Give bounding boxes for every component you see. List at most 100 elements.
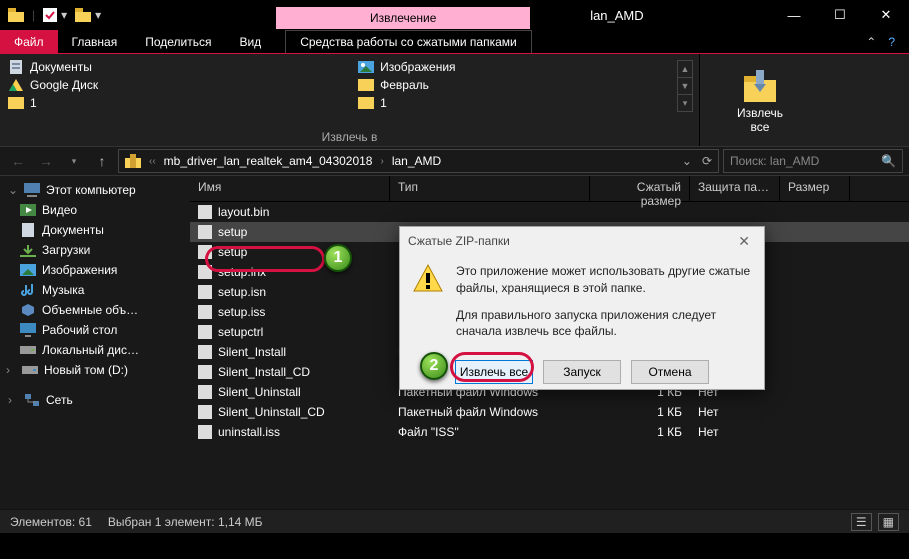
file-icon (198, 285, 212, 299)
table-row[interactable]: Silent_Uninstall_CDПакетный файл Windows… (190, 402, 909, 422)
tab-share[interactable]: Поделиться (131, 30, 225, 53)
file-type: Пакетный файл Windows (390, 405, 590, 419)
refresh-icon[interactable]: ⟳ (702, 154, 712, 168)
nav-this-pc[interactable]: ⌄ Этот компьютер (0, 180, 190, 200)
cancel-button[interactable]: Отмена (631, 360, 709, 384)
status-selected: Выбран 1 элемент: 1,14 МБ (108, 515, 263, 529)
details-view-icon[interactable]: ☰ (851, 513, 872, 531)
breadcrumb-item[interactable]: lan_AMD (392, 154, 441, 168)
help-icon[interactable]: ? (888, 35, 895, 49)
dest-images[interactable]: Изображения (358, 58, 455, 76)
dropdown-icon[interactable]: ▾ (95, 8, 101, 22)
col-type[interactable]: Тип (390, 176, 590, 201)
nav-history-button[interactable]: ▾ (62, 149, 86, 173)
gallery-scroll[interactable]: ▲ ▼ ▾ (677, 60, 693, 112)
tab-file[interactable]: Файл (0, 30, 58, 53)
file-name: setupctrl (218, 325, 263, 339)
nav-vol-disk[interactable]: ›Новый том (D:) (0, 360, 190, 380)
minimize-button[interactable]: — (771, 0, 817, 30)
nav-pane: ⌄ Этот компьютер Видео Документы Загрузки… (0, 176, 190, 509)
cube-icon (20, 303, 36, 317)
file-name: layout.bin (218, 205, 269, 219)
col-compressed-size[interactable]: Сжатый размер (590, 176, 690, 201)
nav-forward-button[interactable]: → (34, 149, 58, 173)
images-icon (20, 263, 36, 277)
nav-label: Музыка (42, 283, 84, 297)
file-icon (198, 345, 212, 359)
expand-icon[interactable]: › (8, 393, 18, 407)
col-protection[interactable]: Защита па… (690, 176, 780, 201)
nav-images[interactable]: Изображения (0, 260, 190, 280)
chevron-right-icon[interactable]: › (380, 156, 383, 167)
large-icons-view-icon[interactable]: ▦ (878, 513, 899, 531)
dialog-close-button[interactable]: ✕ (732, 233, 756, 250)
ribbon-help: ⌃ ? (866, 30, 909, 53)
dest-one2[interactable]: 1 (358, 94, 455, 112)
breadcrumb-item[interactable]: mb_driver_lan_realtek_am4_04302018 (164, 154, 373, 168)
nav-docs[interactable]: Документы (0, 220, 190, 240)
dialog-message: Это приложение может использовать другие… (456, 263, 752, 350)
nav-3d-objects[interactable]: Объемные объ… (0, 300, 190, 320)
file-icon (198, 225, 212, 239)
extract-all-button[interactable]: Извлечь все (730, 54, 790, 146)
network-icon (24, 393, 40, 407)
maximize-button[interactable]: ☐ (817, 0, 863, 30)
file-icon (198, 385, 212, 399)
file-name: uninstall.iss (218, 425, 280, 439)
dest-feb[interactable]: Февраль (358, 76, 455, 94)
folder-icon (358, 79, 374, 91)
extract-all-button[interactable]: Извлечь все (455, 360, 533, 384)
nav-music[interactable]: Музыка (0, 280, 190, 300)
col-name[interactable]: Имя (190, 176, 390, 201)
file-compressed-size: 1 КБ (590, 405, 690, 419)
ribbon-group-caption: Извлечь в (0, 126, 699, 144)
nav-label: Этот компьютер (46, 183, 136, 197)
file-name: setup (218, 245, 247, 259)
disk-icon (20, 343, 36, 357)
file-name: Silent_Install (218, 345, 286, 359)
collapse-ribbon-icon[interactable]: ⌃ (866, 35, 876, 49)
close-button[interactable]: ✕ (863, 0, 909, 30)
column-headers: Имя Тип Сжатый размер Защита па… Размер (190, 176, 909, 202)
dest-one[interactable]: 1 (8, 94, 98, 112)
ribbon-body: Документы Google Диск 1 Изображения Февр… (0, 54, 909, 146)
address-bar: ← → ▾ ↑ ‹‹ mb_driver_lan_realtek_am4_043… (0, 146, 909, 176)
tab-compressed-tools[interactable]: Средства работы со сжатыми папками (285, 30, 532, 53)
col-size[interactable]: Размер (780, 176, 850, 201)
nav-label: Видео (42, 203, 77, 217)
nav-downloads[interactable]: Загрузки (0, 240, 190, 260)
downloads-icon (20, 243, 36, 257)
nav-label: Документы (42, 223, 104, 237)
table-row[interactable]: uninstall.issФайл "ISS"1 КБНет (190, 422, 909, 442)
nav-desktop[interactable]: Рабочий стол (0, 320, 190, 340)
dest-label: Изображения (380, 60, 455, 74)
address-dropdown-icon[interactable]: ⌄ (682, 154, 692, 168)
folder-icon (358, 97, 374, 109)
dest-label: Февраль (380, 78, 429, 92)
dialog-text-2: Для правильного запуска приложения следу… (456, 307, 752, 341)
expand-icon[interactable]: › (6, 363, 16, 377)
breadcrumb[interactable]: ‹‹ mb_driver_lan_realtek_am4_04302018 › … (118, 149, 719, 173)
expand-icon[interactable]: ⌄ (8, 183, 18, 197)
file-icon (198, 305, 212, 319)
file-name: setup.inx (218, 265, 266, 279)
nav-up-button[interactable]: ↑ (90, 149, 114, 173)
dest-documents[interactable]: Документы (8, 58, 98, 76)
quick-access-toolbar: | ▾ ▾ (8, 8, 101, 22)
table-row[interactable]: layout.bin (190, 202, 909, 222)
tab-home[interactable]: Главная (58, 30, 132, 53)
dest-gdrive[interactable]: Google Диск (8, 76, 98, 94)
nav-local-disk[interactable]: Локальный дис… (0, 340, 190, 360)
chevron-icon[interactable]: ‹‹ (149, 156, 156, 167)
nav-video[interactable]: Видео (0, 200, 190, 220)
documents-icon (20, 223, 36, 237)
status-count: Элементов: 61 (10, 515, 92, 529)
nav-network[interactable]: ›Сеть (0, 390, 190, 410)
checkbox-icon[interactable] (43, 8, 57, 22)
run-button[interactable]: Запуск (543, 360, 621, 384)
nav-back-button[interactable]: ← (6, 149, 30, 173)
overflow-icon[interactable]: ▾ (61, 8, 67, 22)
search-input[interactable]: Поиск: lan_AMD 🔍 (723, 149, 903, 173)
dialog-titlebar[interactable]: Сжатые ZIP-папки ✕ (400, 227, 764, 255)
tab-view[interactable]: Вид (225, 30, 275, 53)
